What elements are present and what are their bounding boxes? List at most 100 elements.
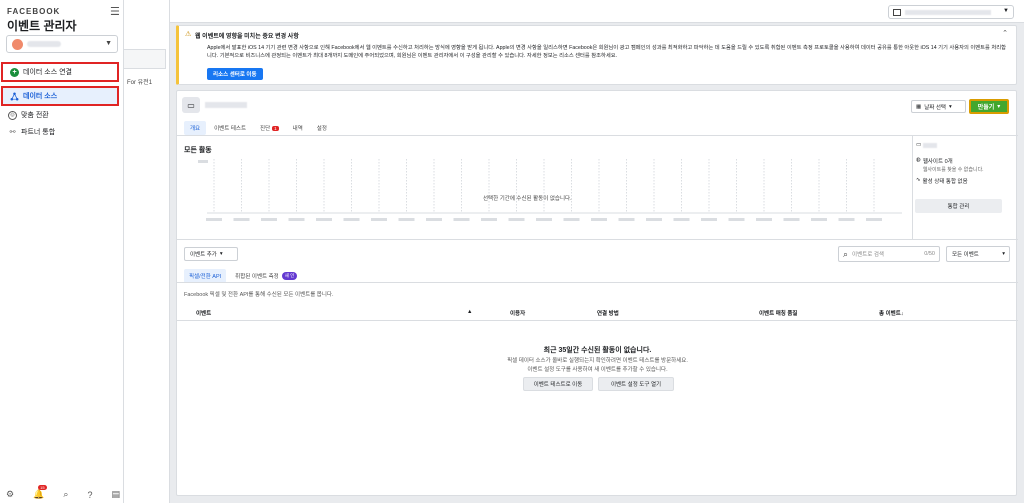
date-picker-button[interactable]: ▦ 날짜 선택 ▾ bbox=[911, 100, 966, 113]
selected-list-item[interactable] bbox=[124, 49, 166, 69]
add-event-label: 이벤트 추가 bbox=[190, 252, 217, 258]
column-header-user[interactable]: 이용자 bbox=[510, 309, 525, 317]
business-icon bbox=[893, 9, 901, 16]
website-row: ◍ 웹사이트 0개 웹사이트를 찾을 수 없습니다. bbox=[916, 157, 984, 173]
tab-label: 설정 bbox=[316, 126, 327, 132]
chart-tick-label-redacted bbox=[838, 218, 855, 221]
create-button[interactable]: 만들기 ▾ bbox=[969, 99, 1009, 114]
sidebar-item-label: 파트너 통합 bbox=[21, 129, 56, 136]
data-source-list-panel bbox=[124, 0, 170, 503]
pixel-monitor-icon: ▭ bbox=[182, 97, 200, 113]
sidebar-item-label: 데이터 소스 bbox=[23, 93, 58, 100]
sidebar-item-connect-data-source[interactable]: + 데이터 소스 연결 bbox=[1, 62, 119, 82]
diagnostics-badge: 1 bbox=[272, 125, 279, 131]
sidebar-item-partner-integrations[interactable]: ⚯ 파트너 통합 bbox=[1, 124, 119, 140]
chart-tick-label-redacted bbox=[261, 218, 277, 221]
chart-tick-label-redacted bbox=[508, 218, 525, 221]
tab-test-events[interactable]: 이벤트 테스트 bbox=[208, 121, 252, 135]
chart-tick-label-redacted bbox=[756, 218, 772, 221]
column-header-event[interactable]: 이벤트 bbox=[196, 309, 211, 317]
divider bbox=[177, 320, 1018, 321]
caret-down-icon: ▾ bbox=[948, 103, 952, 110]
left-sidebar: FACEBOOK ☰ 이벤트 관리자 ▼ + 데이터 소스 연결 데이터 소스 … bbox=[0, 0, 124, 503]
chart-tick-label-redacted bbox=[288, 218, 305, 221]
pixel-id-redacted bbox=[923, 143, 938, 148]
open-event-setup-tool-button[interactable]: 이벤트 설정 도구 열기 bbox=[598, 377, 674, 391]
empty-state-title: 최근 35일간 수신된 활동이 없습니다. bbox=[543, 347, 652, 354]
tab-label: 취합된 이벤트 측정 bbox=[235, 274, 279, 280]
tab-label: 내역 bbox=[292, 126, 303, 132]
chart-tick-label-redacted bbox=[783, 218, 800, 221]
chart-tick-label-redacted bbox=[866, 218, 882, 221]
chevron-up-icon[interactable]: ⌃ bbox=[1002, 29, 1008, 37]
chart-tick-label-redacted bbox=[233, 218, 250, 221]
tab-label: 픽셀/전환 API bbox=[189, 274, 222, 280]
chart-tick-label-redacted bbox=[673, 218, 690, 221]
integration-row: ∿ 활성 상태 통합 없음 bbox=[916, 177, 968, 185]
tab-history[interactable]: 내역 bbox=[287, 121, 309, 135]
tab-pixel-api[interactable]: 픽셀/전환 API bbox=[184, 269, 227, 283]
plus-circle-icon: + bbox=[10, 67, 19, 77]
bell-icon[interactable]: 🔔 15 bbox=[33, 485, 47, 500]
chart-y-label-redacted bbox=[198, 160, 208, 163]
tab-diagnostics[interactable]: 진단 1 bbox=[254, 121, 285, 135]
divider bbox=[177, 135, 1018, 136]
search-placeholder: 이벤트로 검색 bbox=[852, 252, 884, 258]
new-badge: 새 인 bbox=[281, 272, 298, 280]
subtab-description: Facebook 픽셀 및 전환 API를 통해 수신된 모든 이벤트를 봅니다… bbox=[184, 292, 334, 298]
chart-tick-label-redacted bbox=[563, 218, 580, 221]
event-search-input[interactable]: ⌕ 이벤트로 검색 0/50 bbox=[838, 246, 940, 262]
sidebar-item-label: 데이터 소스 연결 bbox=[23, 69, 72, 76]
integration-status: 활성 상태 통합 없음 bbox=[922, 179, 968, 185]
manage-integrations-button[interactable]: 통합 관리 bbox=[915, 199, 1002, 213]
empty-state-line: 이벤트 설정 도구를 사용하여 새 이벤트를 추가할 수 있습니다. bbox=[527, 367, 668, 373]
chart-tick-label-redacted bbox=[316, 218, 332, 221]
pixel-id-row: ▭ bbox=[916, 142, 938, 148]
pixel-name-redacted bbox=[205, 102, 247, 108]
go-to-test-events-button[interactable]: 이벤트 테스트로 이동 bbox=[523, 377, 593, 391]
chart-tick-label-redacted bbox=[206, 218, 222, 221]
ios14-notice-banner: ⚠ 웹 이벤트에 영향을 미치는 중요 변경 사항 ⌃ Apple에서 발표한 … bbox=[176, 25, 1017, 85]
search-icon[interactable]: ⌕ bbox=[63, 489, 68, 500]
avatar bbox=[12, 39, 23, 50]
warning-icon: ⚠ bbox=[185, 31, 192, 38]
create-button-label: 만들기 bbox=[977, 105, 995, 111]
chart-tick-label-redacted bbox=[728, 218, 745, 221]
divider bbox=[177, 282, 1018, 283]
tab-overview[interactable]: 개요 bbox=[184, 121, 207, 135]
caret-down-icon: ▾ bbox=[997, 104, 1001, 110]
gear-icon[interactable]: ⚙ bbox=[6, 489, 14, 500]
chart-tick-label-redacted bbox=[591, 218, 607, 221]
caret-down-icon: ▾ bbox=[1002, 251, 1005, 257]
notice-title: 웹 이벤트에 영향을 미치는 중요 변경 사항 bbox=[195, 34, 299, 40]
tab-settings[interactable]: 설정 bbox=[311, 121, 333, 135]
list-item-text[interactable]: For 유전1 bbox=[127, 77, 152, 86]
caret-down-icon: ▾ bbox=[219, 251, 223, 257]
website-title: 웹사이트 0개 bbox=[922, 159, 953, 165]
warning-icon: ▲ bbox=[467, 309, 473, 315]
chart-tick-label-redacted bbox=[618, 218, 635, 221]
business-account-selector[interactable]: ▼ bbox=[888, 5, 1014, 19]
panel-toggle-icon[interactable]: ▤ bbox=[111, 489, 120, 500]
sidebar-item-custom-conversions[interactable]: ◎ 맞춤 전환 bbox=[1, 107, 119, 123]
activity-pulse-icon: ∿ bbox=[916, 177, 921, 183]
sidebar-item-data-sources[interactable]: 데이터 소스 bbox=[1, 86, 119, 106]
account-selector[interactable]: ▼ bbox=[6, 35, 118, 53]
tab-label: 이벤트 테스트 bbox=[214, 126, 247, 132]
column-header-connection[interactable]: 연결 방법 bbox=[597, 309, 619, 317]
tab-label: 개요 bbox=[190, 126, 201, 132]
sidebar-item-label: 맞춤 전환 bbox=[21, 112, 49, 119]
app-title: 이벤트 관리자 bbox=[7, 19, 77, 33]
column-header-total-events[interactable]: 총 이벤트↓ bbox=[879, 309, 904, 317]
menu-icon[interactable]: ☰ bbox=[110, 5, 120, 18]
resource-center-button[interactable]: 리소스 센터로 이동 bbox=[207, 68, 263, 80]
chart-tick-label-redacted bbox=[481, 218, 497, 221]
column-header-match-quality[interactable]: 이벤트 매칭 품질 bbox=[759, 309, 797, 317]
tab-aggregated-event-measurement[interactable]: 취합된 이벤트 측정 새 인 bbox=[230, 269, 302, 283]
add-event-button[interactable]: 이벤트 추가 ▾ bbox=[184, 247, 238, 261]
empty-state-line: 픽셀 데이터 소스가 올바로 실행되는지 확인하려면 이벤트 테스트를 방문하세… bbox=[507, 358, 688, 364]
search-count: 0/50 bbox=[924, 251, 935, 257]
help-icon[interactable]: ? bbox=[87, 490, 92, 500]
events-table-header: 이벤트 ▲ 이용자 연결 방법 이벤트 매칭 품질 총 이벤트↓ bbox=[184, 306, 1011, 320]
event-filter-dropdown[interactable]: 모든 이벤트 ▾ bbox=[946, 246, 1010, 262]
